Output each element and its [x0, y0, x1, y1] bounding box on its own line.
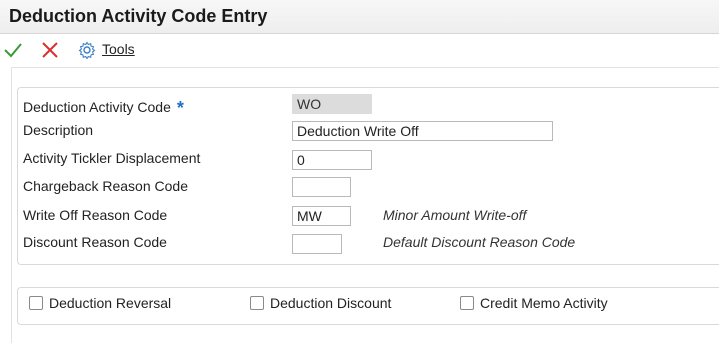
chargeback-reason-input[interactable]: [292, 177, 351, 197]
page-title: Deduction Activity Code Entry: [9, 6, 268, 26]
content-divider: [11, 67, 719, 68]
activity-code-field: WO: [292, 94, 372, 114]
description-input[interactable]: Deduction Write Off: [292, 121, 553, 141]
content-left-border: [11, 68, 12, 343]
tools-menu-button[interactable]: Tools: [78, 40, 142, 60]
credit-memo-activity-label: Credit Memo Activity: [480, 295, 608, 311]
ok-button[interactable]: [3, 40, 23, 60]
description-label: Description: [23, 122, 94, 138]
deduction-reversal-label: Deduction Reversal: [49, 295, 172, 311]
discount-reason-label: Discount Reason Code: [23, 234, 167, 250]
required-indicator: *: [176, 98, 184, 118]
writeoff-reason-description: Minor Amount Write-off: [383, 207, 527, 223]
title-bar: Deduction Activity Code Entry: [0, 0, 719, 34]
toolbar: Tools: [0, 35, 719, 65]
deduction-discount-label: Deduction Discount: [270, 295, 392, 311]
close-icon: [42, 42, 58, 58]
tickler-displacement-input[interactable]: 0: [292, 150, 372, 170]
discount-reason-input[interactable]: [292, 234, 342, 254]
cancel-button[interactable]: [40, 40, 60, 60]
check-icon: [4, 43, 22, 58]
tickler-displacement-label: Activity Tickler Displacement: [23, 150, 201, 166]
checkbox-box[interactable]: [250, 296, 264, 310]
gear-icon: [78, 41, 96, 59]
checkbox-box[interactable]: [460, 296, 474, 310]
activity-code-label: Deduction Activity Code: [23, 99, 171, 115]
discount-reason-description: Default Discount Reason Code: [383, 234, 576, 250]
writeoff-reason-label: Write Off Reason Code: [23, 207, 168, 223]
checkbox-box[interactable]: [29, 296, 43, 310]
activity-code-label-row: Deduction Activity Code *: [23, 96, 184, 118]
chargeback-reason-label: Chargeback Reason Code: [23, 178, 188, 194]
writeoff-reason-input[interactable]: MW: [292, 206, 351, 226]
tools-label: Tools: [102, 41, 135, 57]
